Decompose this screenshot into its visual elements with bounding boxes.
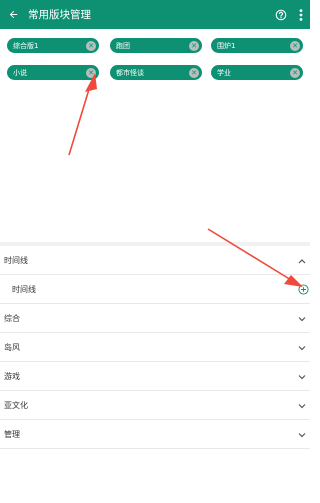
chip-label: 学业 xyxy=(217,68,231,77)
chip[interactable]: 跑团 ✕ xyxy=(110,38,202,53)
chevron-down-icon xyxy=(298,391,306,420)
more-vert-icon xyxy=(299,8,303,21)
chip-label: 都市怪谈 xyxy=(116,68,144,77)
group-header-subculture[interactable]: 亚文化 xyxy=(0,391,310,420)
group-header-island[interactable]: 岛风 xyxy=(0,333,310,362)
group-label: 综合 xyxy=(4,313,20,323)
forum-group-list: 时间线 时间线 综合 岛风 游戏 亚文化 管理 xyxy=(0,246,310,449)
group-header-timeline[interactable]: 时间线 xyxy=(0,246,310,275)
more-button[interactable] xyxy=(294,0,308,29)
chevron-down-icon xyxy=(298,420,306,449)
chip-remove-icon[interactable]: ✕ xyxy=(189,67,199,78)
chip-label: 综合版1 xyxy=(13,41,39,50)
group-header-general[interactable]: 综合 xyxy=(0,304,310,333)
group-label: 游戏 xyxy=(4,371,20,381)
chevron-up-icon xyxy=(298,246,306,275)
back-arrow-icon xyxy=(9,10,17,19)
chevron-down-icon xyxy=(298,333,306,362)
chip-label: 跑团 xyxy=(116,41,130,50)
chip[interactable]: 小说 ✕ xyxy=(7,65,99,80)
help-button[interactable] xyxy=(272,0,290,29)
favorite-chips-area: 综合版1 ✕ 跑团 ✕ 围炉1 ✕ 小说 ✕ 都市怪谈 ✕ 学业 ✕ xyxy=(0,29,310,242)
forum-label: 时间线 xyxy=(12,284,36,294)
page-title: 常用版块管理 xyxy=(28,9,91,21)
app-bar: 常用版块管理 xyxy=(0,0,310,29)
group-label: 岛风 xyxy=(4,342,20,352)
chip-remove-icon[interactable]: ✕ xyxy=(189,40,199,51)
chip-label: 围炉1 xyxy=(217,41,236,50)
chevron-down-icon xyxy=(298,304,306,333)
back-button[interactable] xyxy=(0,0,26,29)
chip-remove-icon[interactable]: ✕ xyxy=(86,67,96,78)
chip-remove-icon[interactable]: ✕ xyxy=(86,40,96,51)
chip[interactable]: 综合版1 ✕ xyxy=(7,38,99,53)
group-header-games[interactable]: 游戏 xyxy=(0,362,310,391)
chip-remove-icon[interactable]: ✕ xyxy=(290,40,300,51)
group-label: 时间线 xyxy=(4,255,28,265)
add-circle-icon[interactable] xyxy=(298,284,309,295)
chip[interactable]: 围炉1 ✕ xyxy=(211,38,303,53)
help-icon xyxy=(275,9,287,20)
chevron-down-icon xyxy=(298,362,306,391)
group-label: 管理 xyxy=(4,429,20,439)
list-item-timeline[interactable]: 时间线 xyxy=(0,275,310,304)
group-header-admin[interactable]: 管理 xyxy=(0,420,310,449)
chip[interactable]: 学业 ✕ xyxy=(211,65,303,80)
group-label: 亚文化 xyxy=(4,400,28,410)
chip-remove-icon[interactable]: ✕ xyxy=(290,67,300,78)
chip-label: 小说 xyxy=(13,68,27,77)
chip[interactable]: 都市怪谈 ✕ xyxy=(110,65,202,80)
